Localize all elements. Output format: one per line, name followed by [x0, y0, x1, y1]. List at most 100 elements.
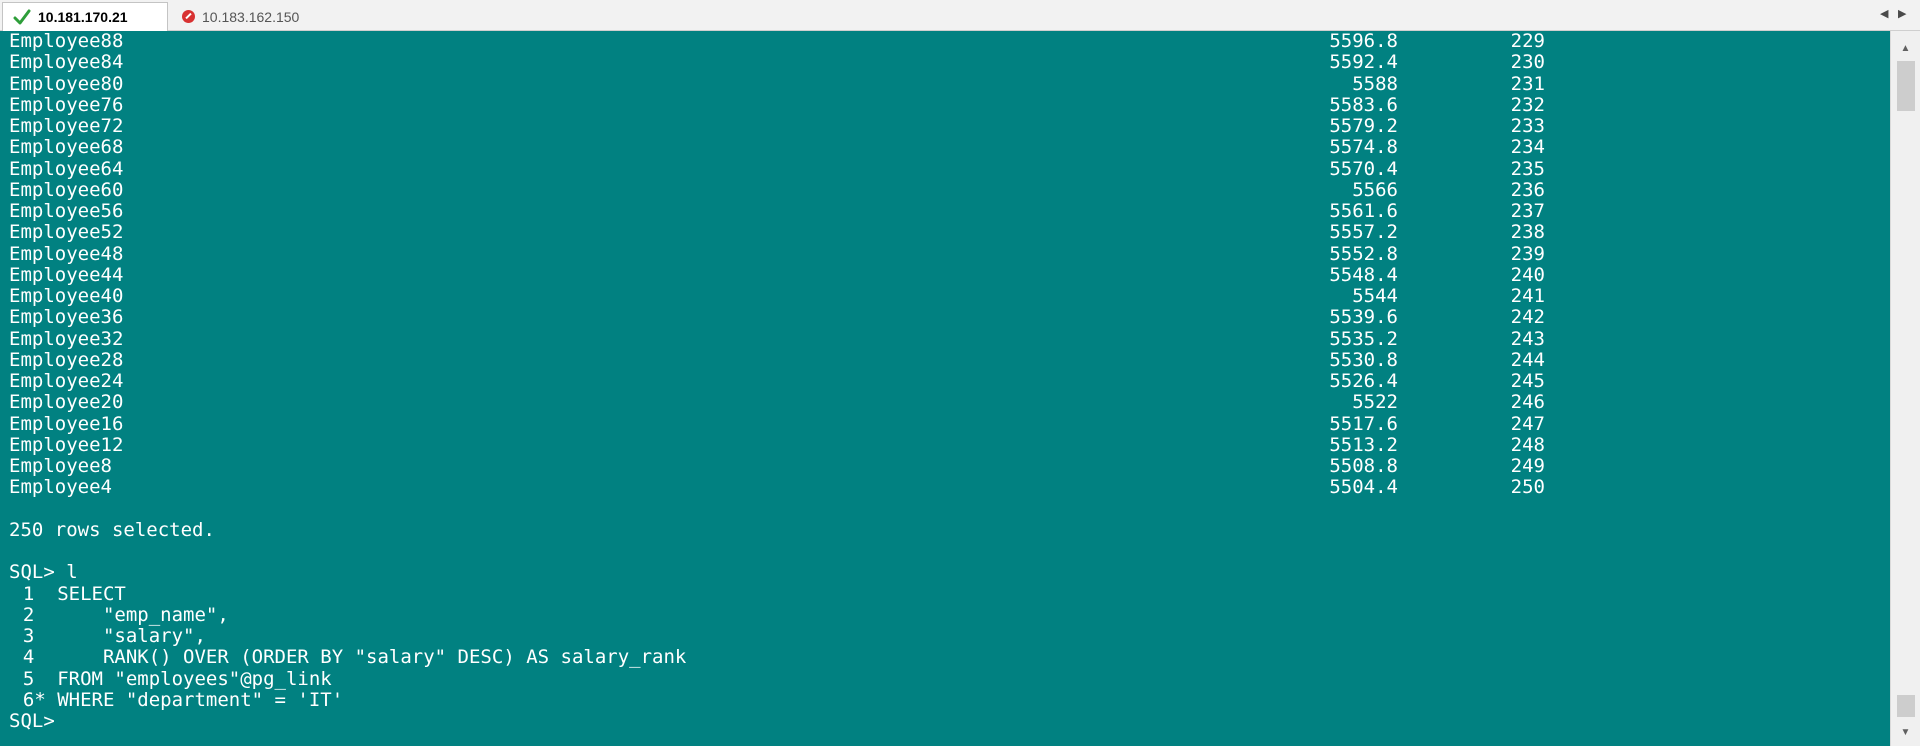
emp-name-cell: Employee16	[9, 412, 124, 435]
emp-name-cell: Employee88	[9, 31, 124, 52]
scroll-up-icon[interactable]: ▲	[1891, 37, 1920, 59]
table-row: Employee16 5517.6 247	[0, 412, 1890, 435]
salary-cell: 5574.8	[1329, 136, 1398, 159]
scrollbar-thumb[interactable]	[1897, 61, 1915, 111]
salary-cell: 5561.6	[1329, 200, 1398, 222]
salary-cell: 5530.8	[1329, 348, 1398, 371]
salary-rank-cell: 234	[1510, 136, 1545, 159]
emp-name-cell: Employee8	[9, 455, 112, 477]
salary-rank-cell: 232	[1510, 93, 1545, 116]
salary-rank-cell: 235	[1510, 157, 1545, 180]
rows-selected-summary: 250 rows selected.	[9, 518, 215, 541]
table-row: Employee68 5574.8 234	[0, 136, 1890, 159]
table-row: Employee24 5526.4 245	[0, 370, 1890, 392]
salary-cell: 5592.4	[1329, 51, 1398, 74]
salary-cell: 5522	[1352, 391, 1398, 414]
table-row: Employee36 5539.6 242	[0, 306, 1890, 329]
salary-rank-cell: 244	[1510, 348, 1545, 371]
salary-cell: 5539.6	[1329, 306, 1398, 329]
table-row: Employee28 5530.8 244	[0, 348, 1890, 371]
salary-cell: 5508.8	[1329, 455, 1398, 477]
sql-prompt[interactable]: SQL>	[0, 710, 1890, 732]
salary-rank-cell: 231	[1510, 72, 1545, 95]
emp-name-cell: Employee36	[9, 306, 124, 329]
emp-name-cell: Employee28	[9, 348, 124, 371]
emp-name-cell: Employee40	[9, 285, 124, 307]
salary-cell: 5513.2	[1329, 433, 1398, 456]
vertical-scrollbar[interactable]: ▲ ▼	[1890, 31, 1920, 746]
table-row: Employee32 5535.2 243	[0, 327, 1890, 350]
sql-line: 6* WHERE "department" = 'IT'	[0, 688, 344, 711]
result-rows: Employee88 5596.8 229 Employee84 5592.4 230 Em…	[0, 31, 1890, 499]
salary-rank-cell: 246	[1510, 391, 1545, 414]
emp-name-cell: Employee72	[9, 115, 124, 137]
emp-name-cell: Employee80	[9, 72, 124, 95]
salary-cell: 5570.4	[1329, 157, 1398, 180]
table-row: Employee4 5504.4 250	[0, 476, 1890, 499]
sql-line: 5 FROM "employees"@pg_link	[0, 667, 332, 690]
emp-name-cell: Employee52	[9, 221, 124, 244]
salary-cell: 5588	[1352, 72, 1398, 95]
salary-rank-cell: 240	[1510, 263, 1545, 286]
emp-name-cell: Employee64	[9, 157, 124, 180]
scroll-down-icon[interactable]: ▼	[1891, 721, 1920, 743]
table-row: Employee64 5570.4 235	[0, 157, 1890, 180]
table-row: Employee80 5588 231	[0, 72, 1890, 95]
tab-scroll-right-icon[interactable]: ▶	[1898, 7, 1906, 20]
salary-cell: 5526.4	[1329, 370, 1398, 392]
salary-cell: 5517.6	[1329, 412, 1398, 435]
salary-cell: 5566	[1352, 178, 1398, 201]
emp-name-cell: Employee56	[9, 200, 124, 222]
salary-rank-cell: 243	[1510, 327, 1545, 350]
salary-cell: 5579.2	[1329, 115, 1398, 137]
table-row: Employee60 5566 236	[0, 178, 1890, 201]
tab-scroll-left-icon[interactable]: ◀	[1880, 7, 1888, 20]
table-row: Employee20 5522 246	[0, 391, 1890, 414]
salary-cell: 5535.2	[1329, 327, 1398, 350]
sql-line: 3 "salary",	[0, 625, 206, 647]
salary-rank-cell: 230	[1510, 51, 1545, 74]
table-row: Employee84 5592.4 230	[0, 51, 1890, 74]
table-row: Employee72 5579.2 233	[0, 115, 1890, 137]
tab-session-1[interactable]: 10.181.170.21	[2, 2, 168, 31]
salary-rank-cell: 237	[1510, 200, 1545, 222]
disconnected-icon	[182, 10, 195, 23]
table-row: Employee40 5544 241	[0, 285, 1890, 307]
table-row: Employee88 5596.8 229	[0, 31, 1890, 52]
emp-name-cell: Employee76	[9, 93, 124, 116]
terminal-output[interactable]: Employee88 5596.8 229 Employee84 5592.4 230 Em…	[0, 31, 1890, 746]
table-row: Employee12 5513.2 248	[0, 433, 1890, 456]
sql-listing: 1 SELECT 2 "emp_name", 3 "salary", 4 RAN…	[0, 583, 1890, 712]
salary-rank-cell: 238	[1510, 221, 1545, 244]
emp-name-cell: Employee44	[9, 263, 124, 286]
salary-rank-cell: 242	[1510, 306, 1545, 329]
salary-cell: 5552.8	[1329, 242, 1398, 265]
table-row: Employee8 5508.8 249	[0, 455, 1890, 477]
emp-name-cell: Employee4	[9, 476, 112, 499]
salary-rank-cell: 250	[1510, 476, 1545, 499]
tab-label: 10.183.162.150	[202, 8, 300, 25]
list-command: SQL> l	[9, 561, 78, 584]
salary-rank-cell: 249	[1510, 455, 1545, 477]
salary-rank-cell: 236	[1510, 178, 1545, 201]
table-row: Employee44 5548.4 240	[0, 263, 1890, 286]
salary-cell: 5596.8	[1329, 31, 1398, 52]
salary-cell: 5557.2	[1329, 221, 1398, 244]
salary-rank-cell: 245	[1510, 370, 1545, 392]
salary-cell: 5544	[1352, 285, 1398, 307]
tab-bar: 10.181.170.21 10.183.162.150 ◀ ▶	[0, 0, 1920, 31]
scrollbar-track-marker	[1897, 695, 1915, 717]
table-row: Employee76 5583.6 232	[0, 93, 1890, 116]
salary-rank-cell: 248	[1510, 433, 1545, 456]
salary-rank-cell: 241	[1510, 285, 1545, 307]
table-row: Employee48 5552.8 239	[0, 242, 1890, 265]
check-icon	[13, 9, 31, 25]
tab-session-2[interactable]: 10.183.162.150	[172, 2, 322, 31]
emp-name-cell: Employee32	[9, 327, 124, 350]
salary-rank-cell: 247	[1510, 412, 1545, 435]
salary-cell: 5548.4	[1329, 263, 1398, 286]
emp-name-cell: Employee48	[9, 242, 124, 265]
tab-label: 10.181.170.21	[38, 9, 128, 25]
